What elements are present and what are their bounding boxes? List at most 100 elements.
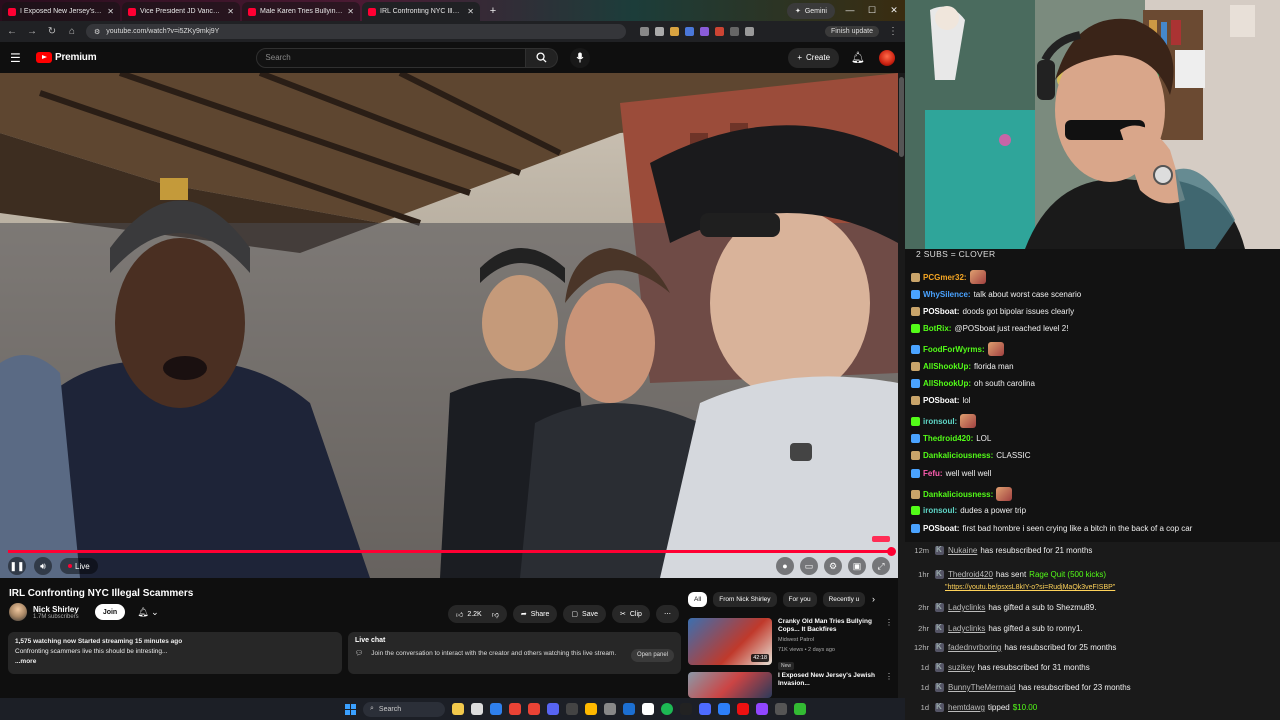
video-thumbnail[interactable]: 42:18 bbox=[688, 618, 772, 665]
more-vertical-icon[interactable]: ⋮ bbox=[885, 672, 893, 698]
activity-username[interactable]: fadednvrboring bbox=[948, 643, 1001, 652]
notifications-bell-icon[interactable]: 🔔︎ bbox=[851, 51, 865, 64]
chat-username[interactable]: POSboat: bbox=[923, 396, 959, 405]
activity-username[interactable]: hemtdawg bbox=[948, 703, 985, 712]
account-avatar[interactable] bbox=[879, 49, 895, 66]
finish-update-button[interactable]: Finish update bbox=[824, 26, 879, 37]
chip-recently-uploaded[interactable]: Recently u bbox=[822, 592, 866, 607]
chat-username[interactable]: PCGmer32: bbox=[923, 273, 967, 282]
activity-link-text[interactable]: "https://youtu.be/psxsL8kIY-o?si=RudjMaQ… bbox=[945, 584, 1115, 591]
chat-username[interactable]: ironsoul: bbox=[923, 506, 957, 515]
activity-username[interactable]: BunnyTheMermaid bbox=[948, 683, 1016, 692]
minimize-icon[interactable]: — bbox=[839, 0, 861, 20]
profile-icon[interactable] bbox=[745, 27, 754, 36]
voice-search-button[interactable] bbox=[570, 47, 591, 68]
recommendation-title[interactable]: I Exposed New Jersey's Jewish Invasion..… bbox=[778, 672, 879, 688]
browser-tab[interactable]: I Exposed New Jersey's Jewish ✕ bbox=[2, 2, 120, 21]
channel-avatar[interactable] bbox=[9, 603, 27, 621]
site-info-icon[interactable]: ⚙ bbox=[94, 28, 100, 36]
forward-icon[interactable]: → bbox=[26, 26, 38, 37]
activity-username[interactable]: suzikey bbox=[948, 663, 975, 672]
create-button[interactable]: + Create bbox=[788, 47, 840, 68]
activity-username[interactable]: Thedroid420 bbox=[948, 570, 993, 579]
share-button[interactable]: ➦ Share bbox=[512, 605, 558, 623]
search-button[interactable] bbox=[526, 47, 559, 68]
video-thumbnail[interactable] bbox=[688, 672, 772, 698]
taskbar-app-icon[interactable] bbox=[699, 703, 711, 715]
menu-dots-icon[interactable]: ⋮ bbox=[887, 26, 899, 37]
miniplayer-button[interactable]: ▣ bbox=[848, 557, 866, 575]
browser-tab[interactable]: Male Karen Tries Bullying Offic ✕ bbox=[242, 2, 360, 21]
chat-username[interactable]: Fefu: bbox=[923, 469, 943, 478]
description-more[interactable]: ...more bbox=[15, 657, 335, 667]
close-window-icon[interactable]: ✕ bbox=[883, 0, 905, 20]
chat-username[interactable]: POSboat: bbox=[923, 307, 959, 316]
back-icon[interactable]: ← bbox=[6, 26, 18, 37]
scrollbar-thumb[interactable] bbox=[899, 77, 904, 157]
taskbar-app-icon[interactable] bbox=[642, 703, 654, 715]
taskbar-search[interactable]: ⌕ Search bbox=[363, 701, 445, 717]
chat-username[interactable]: ironsoul: bbox=[923, 417, 957, 426]
chat-username[interactable]: AllShookUp: bbox=[923, 362, 971, 371]
progress-bar[interactable] bbox=[8, 547, 896, 556]
extension-icon[interactable] bbox=[700, 27, 709, 36]
chat-username[interactable]: WhySilence: bbox=[923, 290, 971, 299]
taskbar-app-icon[interactable] bbox=[775, 703, 787, 715]
close-tab-icon[interactable]: ✕ bbox=[107, 7, 114, 16]
chrome-icon[interactable] bbox=[509, 703, 521, 715]
extension-icon[interactable] bbox=[670, 27, 679, 36]
address-bar[interactable]: ⚙ youtube.com/watch?v=i5ZKy9mkj9Y bbox=[86, 24, 626, 39]
taskbar-app-icon[interactable] bbox=[737, 703, 749, 715]
recommended-video[interactable]: 42:18 Cranky Old Man Tries Bullying Cops… bbox=[688, 618, 893, 672]
more-vertical-icon[interactable]: ⋮ bbox=[885, 618, 893, 672]
spotify-icon[interactable] bbox=[661, 703, 673, 715]
activity-username[interactable]: Nukaine bbox=[948, 546, 977, 555]
subscription-bell-icon[interactable]: 🔔︎ ⌄ bbox=[137, 607, 158, 618]
join-button[interactable]: Join bbox=[94, 604, 126, 620]
taskbar-app-icon[interactable] bbox=[547, 703, 559, 715]
chip-from-channel[interactable]: From Nick Shirley bbox=[713, 592, 777, 607]
pause-button[interactable]: ❚❚ bbox=[8, 557, 26, 575]
taskbar-app-icon[interactable] bbox=[471, 703, 483, 715]
close-tab-icon[interactable]: ✕ bbox=[347, 7, 354, 16]
chrome-icon[interactable] bbox=[528, 703, 540, 715]
autoplay-toggle[interactable]: ● bbox=[776, 557, 794, 575]
gemini-button[interactable]: ✦ Gemini bbox=[786, 3, 835, 19]
browser-tab-active[interactable]: IRL Confronting NYC Illegal ✕ bbox=[362, 2, 480, 21]
taskbar-app-icon[interactable] bbox=[452, 703, 464, 715]
taskbar-app-icon[interactable] bbox=[680, 703, 692, 715]
channel-name[interactable]: Nick Shirley bbox=[33, 605, 79, 614]
taskbar-app-icon[interactable] bbox=[623, 703, 635, 715]
activity-link[interactable]: "https://youtu.be/psxsL8kIY-o?si=RudjMaQ… bbox=[905, 584, 1280, 591]
chip-all[interactable]: All bbox=[688, 592, 708, 607]
like-button[interactable]: 👍︎ 2.2K 👎︎ bbox=[448, 605, 507, 623]
recommendation-title[interactable]: Cranky Old Man Tries Bullying Cops... It… bbox=[778, 618, 879, 634]
youtube-logo[interactable]: Premium bbox=[36, 52, 97, 63]
chat-username[interactable]: AllShookUp: bbox=[923, 379, 971, 388]
activity-username[interactable]: Ladyclinks bbox=[948, 624, 985, 633]
chat-username[interactable]: POSboat: bbox=[923, 524, 959, 533]
live-button[interactable]: Live bbox=[60, 558, 98, 574]
hamburger-menu-icon[interactable]: ☰ bbox=[10, 51, 26, 65]
home-icon[interactable]: ⌂ bbox=[66, 26, 78, 37]
file-explorer-icon[interactable] bbox=[585, 703, 597, 715]
install-icon[interactable] bbox=[640, 27, 649, 36]
close-tab-icon[interactable]: ✕ bbox=[467, 7, 474, 16]
extension-icon[interactable] bbox=[685, 27, 694, 36]
reload-icon[interactable]: ↻ bbox=[46, 26, 58, 37]
chip-for-you[interactable]: For you bbox=[782, 592, 817, 607]
open-panel-button[interactable]: Open panel bbox=[630, 649, 674, 662]
taskbar-app-icon[interactable] bbox=[490, 703, 502, 715]
chat-username[interactable]: Dankaliciousness: bbox=[923, 490, 993, 499]
chat-username[interactable]: FoodForWyrms: bbox=[923, 345, 985, 354]
more-actions-button[interactable]: ⋯ bbox=[655, 605, 679, 623]
chat-username[interactable]: BotRix: bbox=[923, 324, 951, 333]
volume-button[interactable]: 🔊︎ bbox=[34, 557, 52, 575]
chat-username[interactable]: Dankaliciousness: bbox=[923, 451, 993, 460]
chat-username[interactable]: Thedroid420: bbox=[923, 434, 973, 443]
thumbs-down-icon[interactable]: 👎︎ bbox=[492, 610, 499, 619]
maximize-icon[interactable]: ☐ bbox=[861, 0, 883, 20]
taskbar-app-icon[interactable] bbox=[718, 703, 730, 715]
recommended-video[interactable]: I Exposed New Jersey's Jewish Invasion..… bbox=[688, 672, 893, 698]
page-scrollbar[interactable] bbox=[898, 73, 905, 698]
